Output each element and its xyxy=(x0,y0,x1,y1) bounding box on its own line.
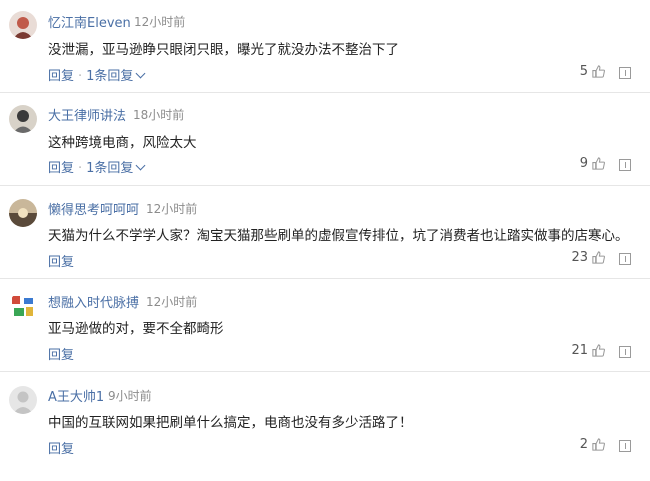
separator: · xyxy=(78,69,83,84)
reply-button[interactable]: 回复 xyxy=(48,442,74,457)
timestamp: 18小时前 xyxy=(133,108,185,122)
timestamp: 12小时前 xyxy=(134,15,186,29)
thumbs-up-icon[interactable] xyxy=(591,343,606,358)
comment-text: 亚马逊做的对，要不全都畸形 xyxy=(48,321,224,337)
view-replies-label: 1条回复 xyxy=(86,69,134,84)
comment-item: 大王律师讲法 18小时前 这种跨境电商，风险太大 回复 · 1条回复 9 xyxy=(0,93,650,186)
timestamp: 9小时前 xyxy=(108,389,152,403)
like-button[interactable]: 2 xyxy=(580,437,606,452)
reply-button[interactable]: 回复 xyxy=(48,69,74,84)
reply-button[interactable]: 回复 xyxy=(48,161,74,176)
like-button[interactable]: 21 xyxy=(571,343,606,358)
view-replies-button[interactable]: 1条回复 xyxy=(86,68,146,84)
like-count: 5 xyxy=(579,64,588,79)
comment-item: A王大帅1 9小时前 中国的互联网如果把刷单什么搞定，电商也没有多少活路了！ 回… xyxy=(0,372,650,465)
avatar[interactable] xyxy=(9,292,37,320)
thumbs-up-icon[interactable] xyxy=(591,156,606,171)
avatar[interactable] xyxy=(9,11,37,39)
like-count: 9 xyxy=(579,156,588,171)
like-button[interactable]: 9 xyxy=(580,156,606,171)
comment-text: 天猫为什么不学学人家？淘宝天猫那些刷单的虚假宣传排位，坑了消费者也让踏实做事的店… xyxy=(48,228,629,244)
comment-item: 懒得思考呵呵呵 12小时前 天猫为什么不学学人家？淘宝天猫那些刷单的虚假宣传排位… xyxy=(0,186,650,279)
comment-actions: 回复 xyxy=(48,438,74,457)
report-icon[interactable] xyxy=(619,440,631,452)
report-icon[interactable] xyxy=(619,253,631,265)
avatar[interactable] xyxy=(9,199,37,227)
username[interactable]: 大王律师讲法 xyxy=(48,105,126,124)
thumbs-up-icon[interactable] xyxy=(591,437,606,452)
comment-text: 没泄漏，亚马逊睁只眼闭只眼，曝光了就没办法不整治下了 xyxy=(48,42,399,58)
username[interactable]: 想融入时代脉搏 xyxy=(48,292,139,311)
comment-text: 中国的互联网如果把刷单什么搞定，电商也没有多少活路了！ xyxy=(48,415,413,431)
report-icon[interactable] xyxy=(619,67,631,79)
view-replies-button[interactable]: 1条回复 xyxy=(86,160,146,176)
username[interactable]: 懒得思考呵呵呵 xyxy=(48,199,139,218)
thumbs-up-icon[interactable] xyxy=(591,250,606,265)
chevron-down-icon xyxy=(135,68,146,79)
reply-button[interactable]: 回复 xyxy=(48,255,74,270)
like-button[interactable]: 5 xyxy=(580,64,606,79)
like-count: 21 xyxy=(571,343,588,358)
avatar[interactable] xyxy=(9,105,37,133)
separator: · xyxy=(78,161,83,176)
thumbs-up-icon[interactable] xyxy=(591,64,606,79)
comment-actions: 回复 xyxy=(48,344,74,363)
comment-actions: 回复 · 1条回复 xyxy=(48,65,146,84)
like-button[interactable]: 23 xyxy=(571,250,606,265)
like-count: 2 xyxy=(579,437,588,452)
like-count: 23 xyxy=(571,250,588,265)
avatar[interactable] xyxy=(9,386,37,414)
timestamp: 12小时前 xyxy=(146,202,198,216)
username[interactable]: 忆江南Eleven xyxy=(48,12,131,31)
timestamp: 12小时前 xyxy=(146,295,198,309)
comment-text: 这种跨境电商，风险太大 xyxy=(48,135,197,151)
comment-actions: 回复 · 1条回复 xyxy=(48,157,146,176)
comment-actions: 回复 xyxy=(48,251,74,270)
comment-item: 想融入时代脉搏 12小时前 亚马逊做的对，要不全都畸形 回复 21 xyxy=(0,279,650,372)
report-icon[interactable] xyxy=(619,346,631,358)
comment-item: 忆江南Eleven 12小时前 没泄漏，亚马逊睁只眼闭只眼，曝光了就没办法不整治… xyxy=(0,0,650,93)
report-icon[interactable] xyxy=(619,159,631,171)
reply-button[interactable]: 回复 xyxy=(48,348,74,363)
view-replies-label: 1条回复 xyxy=(86,161,134,176)
username[interactable]: A王大帅1 xyxy=(48,386,104,405)
chevron-down-icon xyxy=(135,160,146,171)
